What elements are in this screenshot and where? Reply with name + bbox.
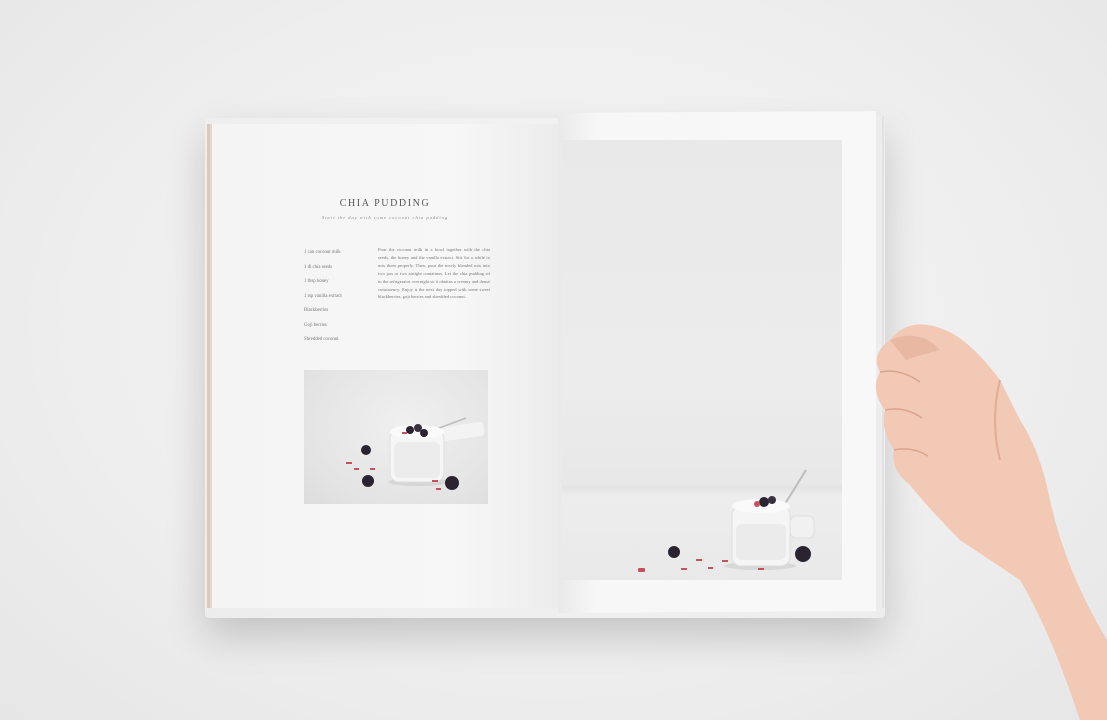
recipe-subtitle: Start the day with some coconut chia pud…	[321, 215, 449, 220]
chia-pudding-jar-illustration	[346, 417, 485, 490]
list-item: Goji berries	[304, 322, 327, 328]
list-item: 1 tsp vanilla extract	[304, 293, 342, 299]
left-page	[212, 124, 558, 608]
chia-pudding-jar-illustration-large	[638, 469, 815, 572]
hand-icon	[876, 324, 1107, 720]
chia-pudding-photo-large	[562, 140, 842, 580]
recipe-title: Chia Pudding	[339, 198, 431, 209]
open-magazine-scene: Chia Pudding Start the day with some coc…	[0, 0, 1107, 720]
list-item: 1 tbsp honey	[304, 279, 329, 284]
list-item: 1 dl chia seeds	[304, 264, 333, 270]
list-item: Shredded coconut	[304, 337, 339, 342]
ingredient-list: 1 can coconut milk 1 dl chia seeds 1 tbs…	[304, 249, 374, 351]
list-item: Blackberries	[304, 308, 329, 313]
chia-pudding-photo-small	[304, 370, 488, 504]
list-item: 1 can coconut milk	[304, 250, 341, 255]
recipe-method: Pour the coconut milk in a bowl together…	[378, 247, 490, 300]
